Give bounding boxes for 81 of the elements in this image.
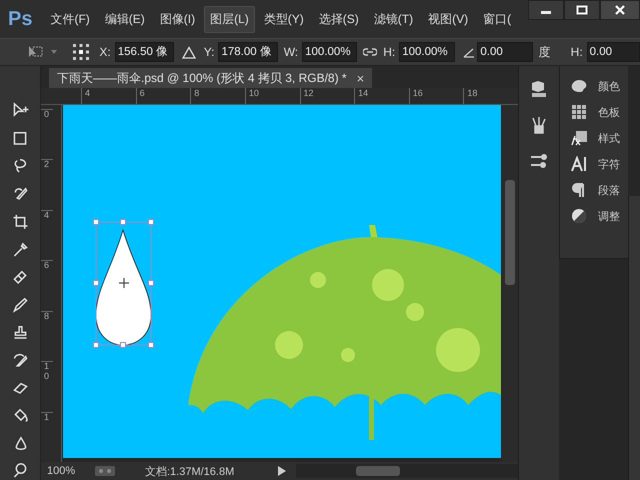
brushes-icon[interactable] — [530, 116, 548, 134]
ruler-number: 2 — [41, 159, 53, 210]
bandage-icon[interactable] — [10, 268, 30, 286]
ruler-number: 0 — [41, 109, 53, 160]
panel-tab[interactable]: 色板 — [560, 104, 628, 120]
fx-icon — [570, 130, 588, 146]
w-label: W: — [284, 45, 298, 59]
brush-settings-icon[interactable] — [530, 152, 548, 170]
ruler-number: 6 — [136, 88, 190, 104]
history-brush-icon[interactable] — [10, 351, 30, 370]
close-button[interactable] — [600, 0, 640, 20]
marquee-icon[interactable] — [10, 130, 30, 148]
panel-label: 字符 — [598, 158, 620, 172]
play-icon[interactable] — [278, 466, 286, 476]
ruler-number: 12 — [300, 88, 354, 104]
menu-item[interactable]: 文件(F) — [44, 6, 96, 32]
y-label: Y: — [204, 45, 214, 59]
ruler-number: 16 — [408, 88, 464, 104]
letter-a-icon — [570, 156, 588, 172]
ruler-number: 14 — [354, 88, 409, 104]
panel-label: 颜色 — [598, 80, 620, 94]
menu-item[interactable]: 编辑(E) — [98, 6, 151, 32]
maximize-button[interactable] — [564, 0, 600, 20]
vertical-scrollbar[interactable] — [502, 105, 518, 462]
height-field[interactable]: 100.00% — [399, 42, 455, 62]
tab-close-button[interactable]: × — [356, 70, 364, 86]
degree-label: 度 — [538, 44, 551, 60]
panel-label: 色板 — [598, 106, 620, 120]
reference-point-icon[interactable] — [72, 43, 90, 61]
ruler-number: 4 — [81, 88, 136, 104]
ruler-number: 6 — [41, 260, 53, 311]
menu-item[interactable]: 图层(L) — [204, 6, 255, 32]
h-label: H: — [383, 45, 396, 59]
menu-item[interactable]: 滤镜(T) — [368, 6, 420, 32]
half-circle-icon — [570, 208, 588, 224]
angle-icon[interactable] — [462, 46, 474, 58]
cube-icon[interactable] — [530, 80, 548, 98]
panel-label: 样式 — [598, 132, 620, 146]
x-label: X: — [99, 45, 111, 59]
width-field[interactable]: 100.00% — [302, 42, 358, 62]
document-title: 下雨天——雨伞.psd @ 100% (形状 4 拷贝 3, RGB/8) * — [57, 70, 347, 86]
close-icon — [614, 5, 626, 15]
panel-label: 调整 — [598, 210, 620, 224]
y-field[interactable]: 178.00 像 — [218, 42, 278, 62]
menu-item[interactable]: 视图(V) — [422, 6, 474, 32]
panel-label: 段落 — [598, 184, 620, 198]
menu-item[interactable]: 窗口( — [477, 6, 518, 32]
document-size: 文档:1.37M/16.8M — [145, 464, 234, 478]
ruler-number: 8 — [41, 310, 53, 362]
panel-tab[interactable]: 颜色 — [560, 78, 628, 94]
x-field[interactable]: 156.50 像 — [114, 42, 174, 62]
grid-icon — [570, 104, 588, 120]
zoom-level: 100% — [47, 465, 76, 477]
pencil-icon[interactable] — [10, 296, 30, 314]
panel-tab[interactable]: 段落 — [560, 182, 628, 198]
ruler-number: 8 — [190, 88, 245, 104]
move-tool-icon[interactable] — [10, 102, 30, 120]
crop-icon[interactable] — [10, 212, 30, 231]
app-logo: Ps — [8, 8, 32, 30]
transform-tool-icon[interactable] — [26, 44, 44, 60]
skew-field[interactable]: 0.00 — [586, 42, 640, 62]
menu-item[interactable]: 类型(Y) — [258, 6, 310, 32]
angle-field[interactable]: 0.00 — [477, 42, 533, 62]
horizontal-scrollbar[interactable] — [296, 464, 518, 478]
ruler-number: 4 — [41, 210, 53, 260]
link-icon[interactable] — [363, 47, 378, 57]
ruler-number: 10 — [41, 361, 53, 412]
ruler-number: 10 — [244, 88, 300, 104]
menu-item[interactable]: 图像(I) — [154, 6, 202, 32]
panel-tab[interactable]: 字符 — [560, 156, 628, 172]
palette-icon — [570, 78, 588, 94]
maximize-icon — [576, 5, 588, 15]
menu-item[interactable]: 选择(S) — [312, 6, 365, 32]
panel-tab[interactable]: 调整 — [560, 208, 628, 224]
dropdown-arrow-icon[interactable] — [50, 49, 58, 55]
minimize-button[interactable] — [528, 0, 564, 20]
triangle-icon[interactable] — [182, 46, 196, 58]
skew-label: H: — [570, 45, 583, 59]
panel-tab[interactable]: 样式 — [560, 130, 628, 146]
gamepad-icon[interactable] — [95, 466, 115, 476]
document-tab[interactable]: 下雨天——雨伞.psd @ 100% (形状 4 拷贝 3, RGB/8) * × — [49, 68, 372, 88]
